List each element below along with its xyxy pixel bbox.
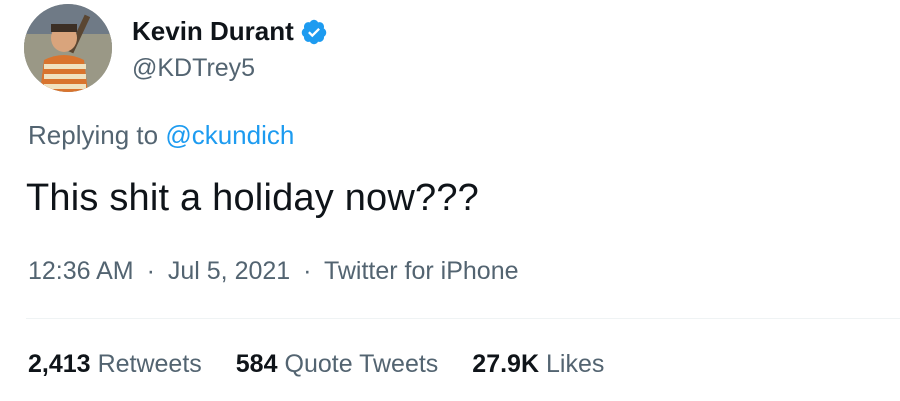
likes-label: Likes — [546, 350, 605, 378]
likes-count: 27.9K — [472, 350, 540, 378]
tweet-source[interactable]: Twitter for iPhone — [324, 257, 519, 285]
user-info: Kevin Durant @KDTrey5 — [132, 14, 328, 83]
tweet-stats: 2,413 Retweets 584 Quote Tweets 27.9K Likes — [28, 350, 638, 379]
likes-stat[interactable]: 27.9K Likes — [472, 350, 604, 379]
tweet-header: Kevin Durant @KDTrey5 — [24, 0, 328, 96]
reply-handle-link[interactable]: @ckundich — [165, 120, 294, 150]
verified-badge-icon — [300, 18, 328, 46]
retweets-count: 2,413 — [28, 350, 91, 378]
quote-tweets-label: Quote Tweets — [284, 350, 439, 378]
display-name[interactable]: Kevin Durant — [132, 16, 294, 47]
tweet-text: This shit a holiday now??? — [26, 177, 480, 219]
tweet-card: Kevin Durant @KDTrey5 Replying to @ckund… — [0, 0, 900, 401]
tweet-meta: 12:36 AM · Jul 5, 2021 · Twitter for iPh… — [28, 257, 519, 286]
quote-tweets-count: 584 — [235, 350, 278, 378]
user-handle[interactable]: @KDTrey5 — [132, 54, 328, 83]
quote-tweets-stat[interactable]: 584 Quote Tweets — [236, 350, 439, 379]
replying-to-label: Replying to — [28, 120, 159, 150]
replying-to: Replying to @ckundich — [28, 120, 294, 151]
tweet-time[interactable]: 12:36 AM — [28, 257, 134, 285]
meta-separator: · — [146, 257, 155, 285]
meta-separator: · — [303, 257, 312, 285]
name-row: Kevin Durant — [132, 14, 328, 50]
divider — [26, 318, 900, 319]
tweet-date[interactable]: Jul 5, 2021 — [168, 257, 290, 285]
retweets-label: Retweets — [97, 350, 202, 378]
retweets-stat[interactable]: 2,413 Retweets — [28, 350, 202, 379]
avatar[interactable] — [24, 4, 112, 92]
avatar-image — [24, 4, 112, 92]
